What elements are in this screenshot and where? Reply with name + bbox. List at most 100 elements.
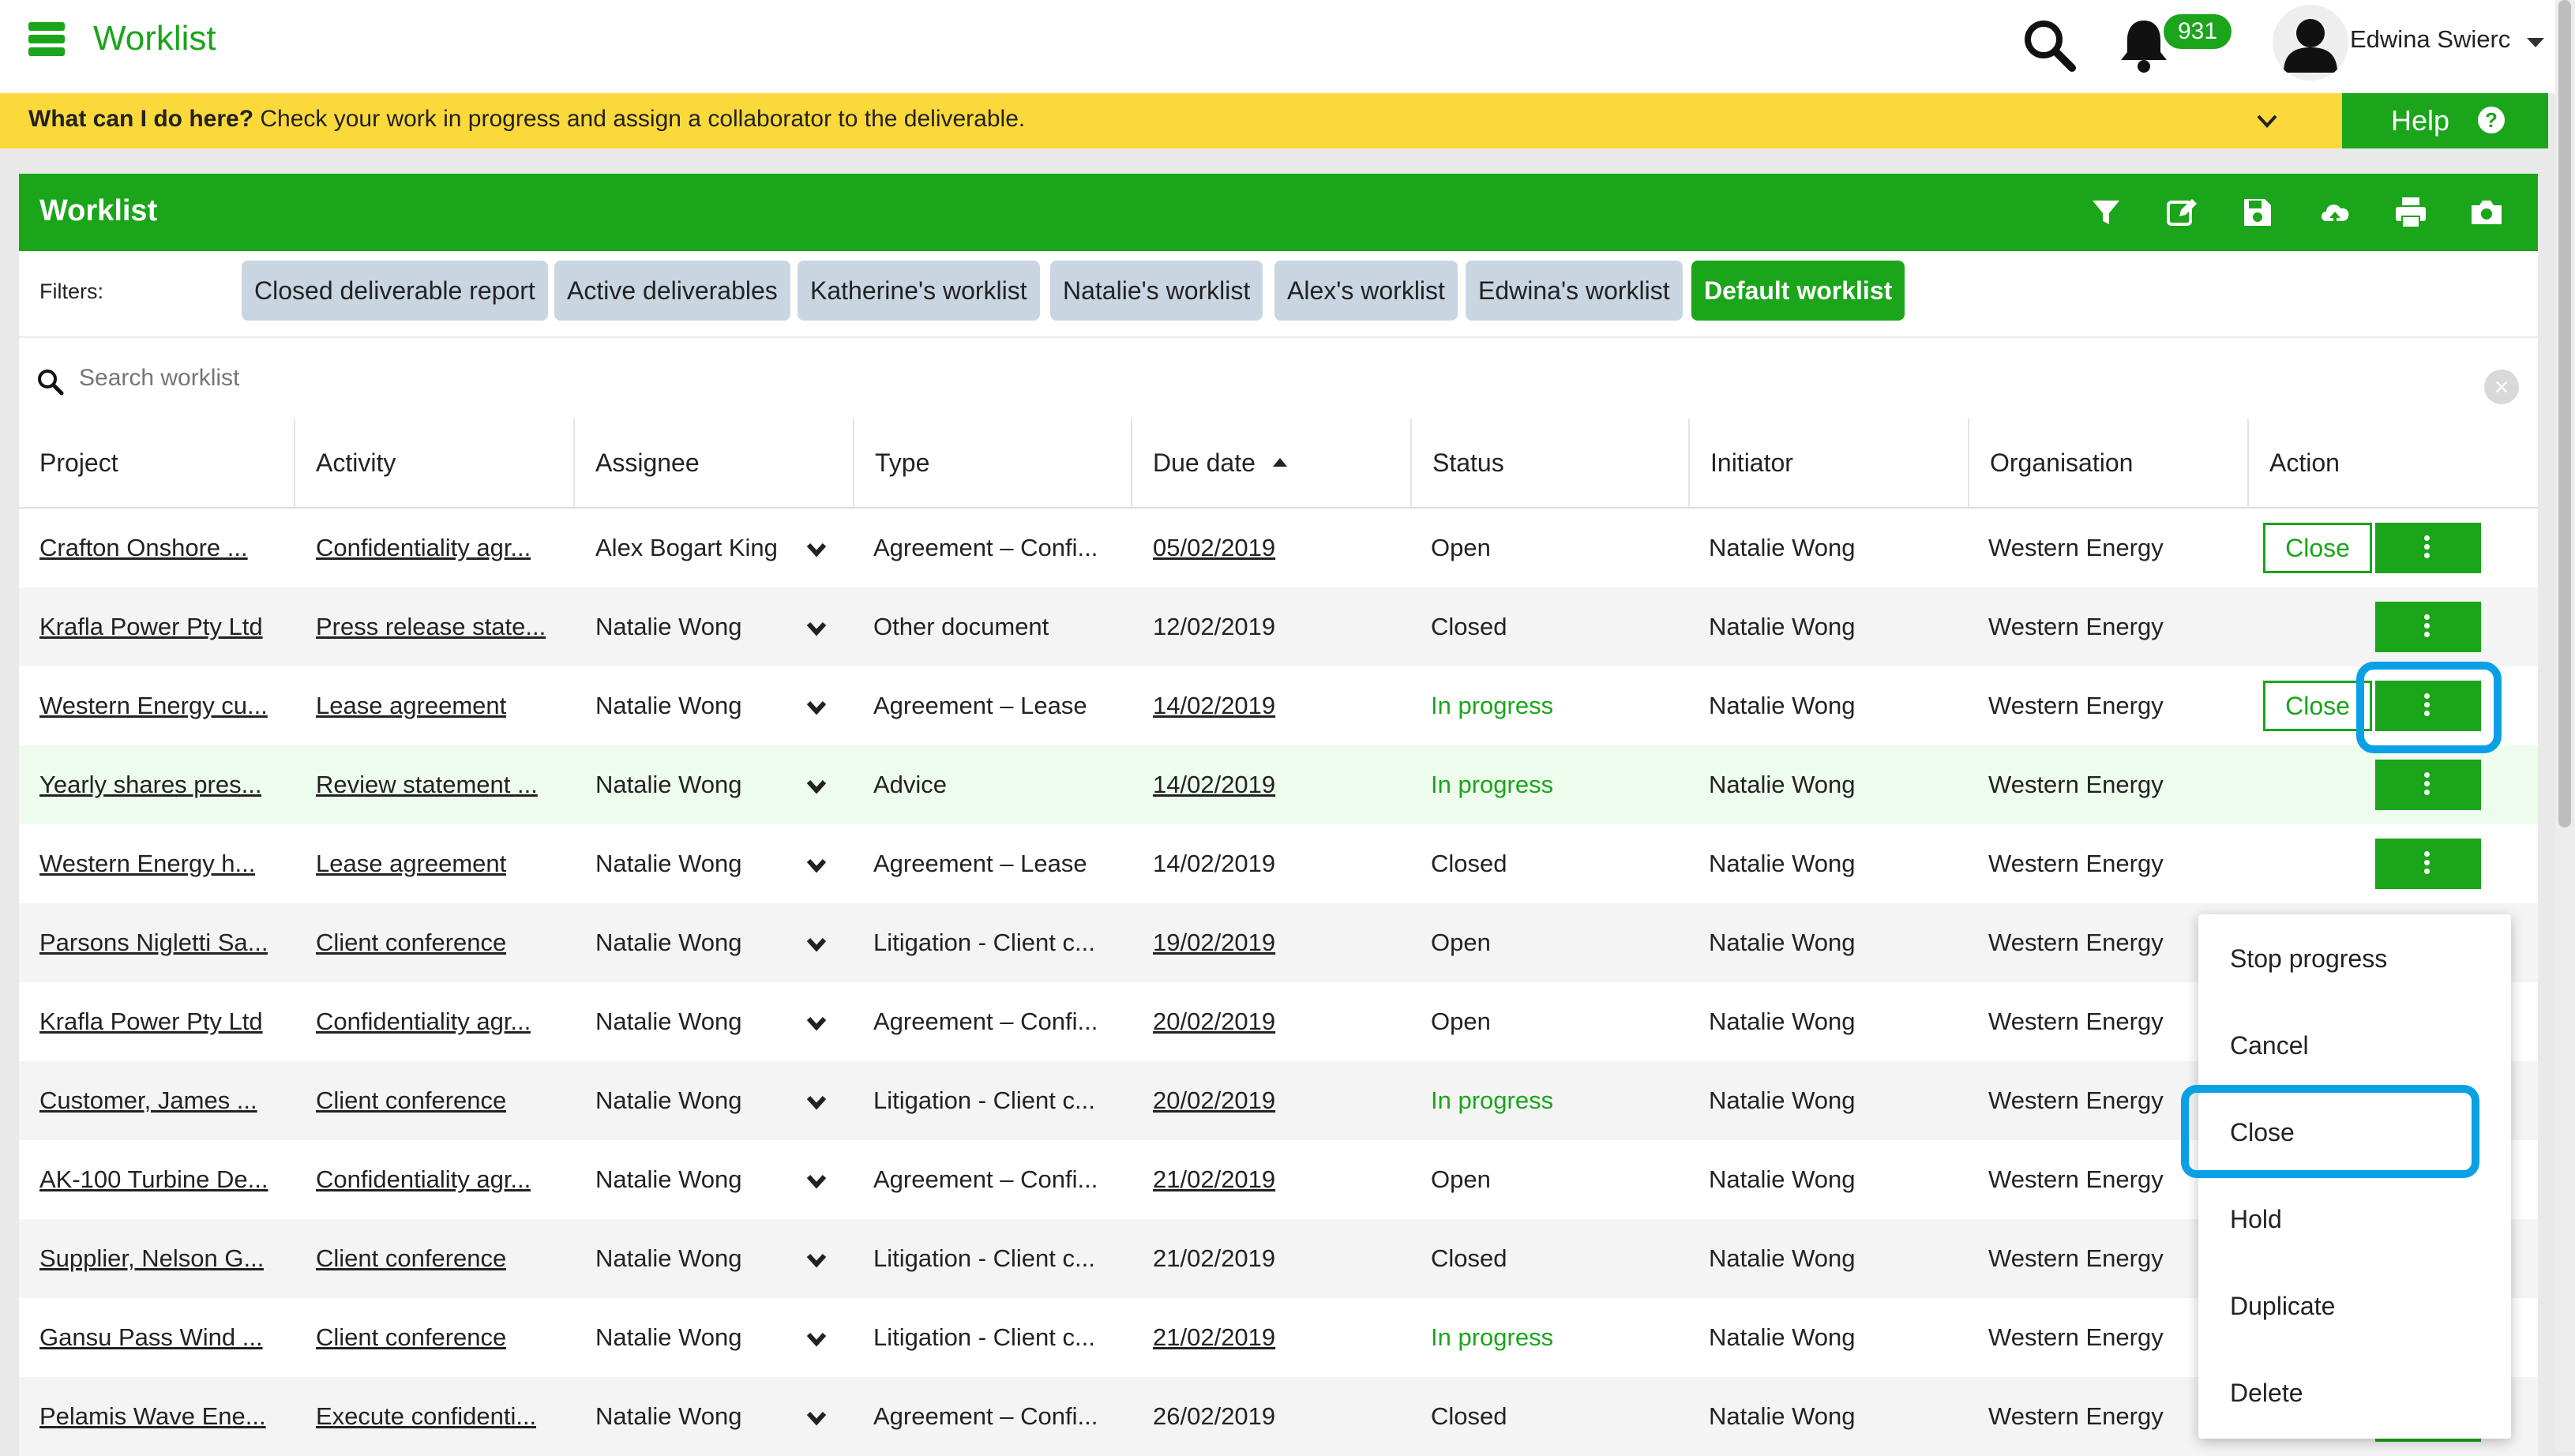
user-name[interactable]: Edwina Swierc [2350,25,2510,54]
avatar[interactable] [2273,5,2348,81]
filter-chip-default-worklist[interactable]: Default worklist [1691,261,1905,321]
cell-status: Closed [1431,613,1507,640]
filter-chip[interactable]: Katherine's worklist [798,261,1040,321]
cell-project[interactable]: Krafla Power Pty Ltd [39,982,263,1061]
page-scrollbar-thumb[interactable] [2558,0,2571,827]
row-actions-button[interactable] [2375,602,2481,652]
edit-icon[interactable] [2164,194,2200,231]
cell-activity[interactable]: Review statement ... [316,745,538,824]
cell-project[interactable]: Western Energy h... [39,824,255,903]
cell-activity[interactable]: Press release state... [316,587,546,666]
cell-project[interactable]: Parsons Nigletti Sa... [39,903,268,982]
close-button[interactable]: Close [2263,523,2372,573]
print-icon[interactable] [2393,194,2429,231]
chevron-down-icon[interactable] [805,935,828,954]
upload-icon[interactable] [2317,194,2353,231]
cell-due-date[interactable]: 20/02/2019 [1153,982,1303,1061]
cell-activity[interactable]: Client conference [316,1061,506,1140]
chevron-down-icon[interactable] [805,540,828,559]
help-button[interactable]: Help ? [2342,93,2548,148]
cell-due-date[interactable]: 19/02/2019 [1153,903,1303,982]
cell-due-date[interactable]: 21/02/2019 [1153,1140,1303,1219]
chevron-down-icon[interactable] [805,619,828,638]
column-header-assignee[interactable]: Assignee [575,418,854,507]
cell-project[interactable]: Gansu Pass Wind ... [39,1298,263,1377]
table-row: Supplier, Nelson G... Client conference Na… [19,1219,2538,1298]
cell-assignee: Natalie Wong [595,929,742,956]
cell-project[interactable]: Krafla Power Pty Ltd [39,587,263,666]
cell-activity[interactable]: Lease agreement [316,824,506,903]
cell-assignee: Natalie Wong [595,692,742,719]
search-icon[interactable] [2021,17,2077,73]
filter-chip[interactable]: Active deliverables [554,261,790,321]
menu-item-stop-progress[interactable]: Stop progress [2230,944,2387,974]
cell-activity[interactable]: Client conference [316,1298,506,1377]
table-row: Parsons Nigletti Sa... Client conference N… [19,903,2538,982]
bell-icon[interactable] [2116,16,2171,74]
search-input[interactable] [77,355,2292,401]
cell-activity[interactable]: Lease agreement [316,666,506,745]
cell-activity[interactable]: Confidentiality agr... [316,508,531,587]
sort-ascending-icon [1272,458,1287,467]
filter-chip[interactable]: Alex's worklist [1274,261,1458,321]
table-row: Krafla Power Pty Ltd Confidentiality agr.… [19,982,2538,1061]
cell-project[interactable]: AK-100 Turbine De... [39,1140,268,1219]
menu-item-hold[interactable]: Hold [2230,1205,2282,1234]
cell-activity[interactable]: Execute confidenti... [316,1377,536,1456]
camera-icon[interactable] [2468,194,2505,231]
chevron-down-icon[interactable] [805,777,828,796]
notification-count-badge[interactable]: 931 [2164,14,2232,49]
cell-activity[interactable]: Confidentiality agr... [316,982,531,1061]
column-header-activity[interactable]: Activity [295,418,575,507]
cell-project[interactable]: Yearly shares pres... [39,745,261,824]
row-actions-button[interactable] [2375,523,2481,573]
cell-activity[interactable]: Client conference [316,1219,506,1298]
chevron-down-icon[interactable] [805,1093,828,1112]
cell-due-date[interactable]: 20/02/2019 [1153,1061,1303,1140]
chevron-down-icon[interactable] [2527,38,2544,47]
menu-item-duplicate[interactable]: Duplicate [2230,1292,2335,1321]
chevron-down-icon[interactable] [805,1251,828,1270]
chevron-down-icon[interactable] [2255,109,2279,133]
save-icon[interactable] [2239,194,2276,231]
cell-project[interactable]: Customer, James ... [39,1061,257,1140]
column-header-status[interactable]: Status [1412,418,1690,507]
column-header-type[interactable]: Type [854,418,1132,507]
chevron-down-icon[interactable] [805,1330,828,1349]
cell-due-date[interactable]: 14/02/2019 [1153,666,1303,745]
chevron-down-icon[interactable] [805,856,828,875]
column-header-initiator[interactable]: Initiator [1690,418,1969,507]
cell-due-date[interactable]: 21/02/2019 [1153,1298,1303,1377]
row-actions-button[interactable] [2375,839,2481,889]
chevron-down-icon[interactable] [805,1172,828,1191]
cell-organisation: Western Energy [1988,929,2164,956]
app-menu-icon[interactable] [28,22,65,57]
column-header-organisation[interactable]: Organisation [1969,418,2249,507]
chevron-down-icon[interactable] [805,1014,828,1033]
menu-item-cancel[interactable]: Cancel [2230,1031,2309,1060]
chevron-down-icon[interactable] [805,698,828,717]
chevron-down-icon[interactable] [805,1409,828,1428]
cell-project[interactable]: Western Energy cu... [39,666,268,745]
cell-due-date[interactable]: 14/02/2019 [1153,745,1303,824]
table-row: Customer, James ... Client conference Nata… [19,1061,2538,1140]
clear-search-icon[interactable]: × [2484,370,2519,404]
cell-organisation: Western Energy [1988,1323,2164,1351]
cell-project[interactable]: Pelamis Wave Ene... [39,1377,266,1456]
cell-project[interactable]: Supplier, Nelson G... [39,1219,264,1298]
filter-chip[interactable]: Closed deliverable report [242,261,548,321]
menu-item-delete[interactable]: Delete [2230,1379,2303,1408]
cell-activity[interactable]: Client conference [316,903,506,982]
banner-text: What can I do here? Check your work in p… [28,106,1025,133]
filter-chip[interactable]: Edwina's worklist [1466,261,1683,321]
filter-chip[interactable]: Natalie's worklist [1050,261,1263,321]
row-actions-button[interactable] [2375,760,2481,810]
column-header-due-date[interactable]: Due date [1132,418,1412,507]
column-header-project[interactable]: Project [19,418,295,507]
cell-type: Litigation - Client c... [873,1244,1095,1272]
cell-due-date[interactable]: 05/02/2019 [1153,508,1303,587]
filter-icon[interactable] [2088,194,2124,231]
cell-activity[interactable]: Confidentiality agr... [316,1140,531,1219]
cell-status: Open [1431,534,1491,561]
cell-project[interactable]: Crafton Onshore ... [39,508,248,587]
